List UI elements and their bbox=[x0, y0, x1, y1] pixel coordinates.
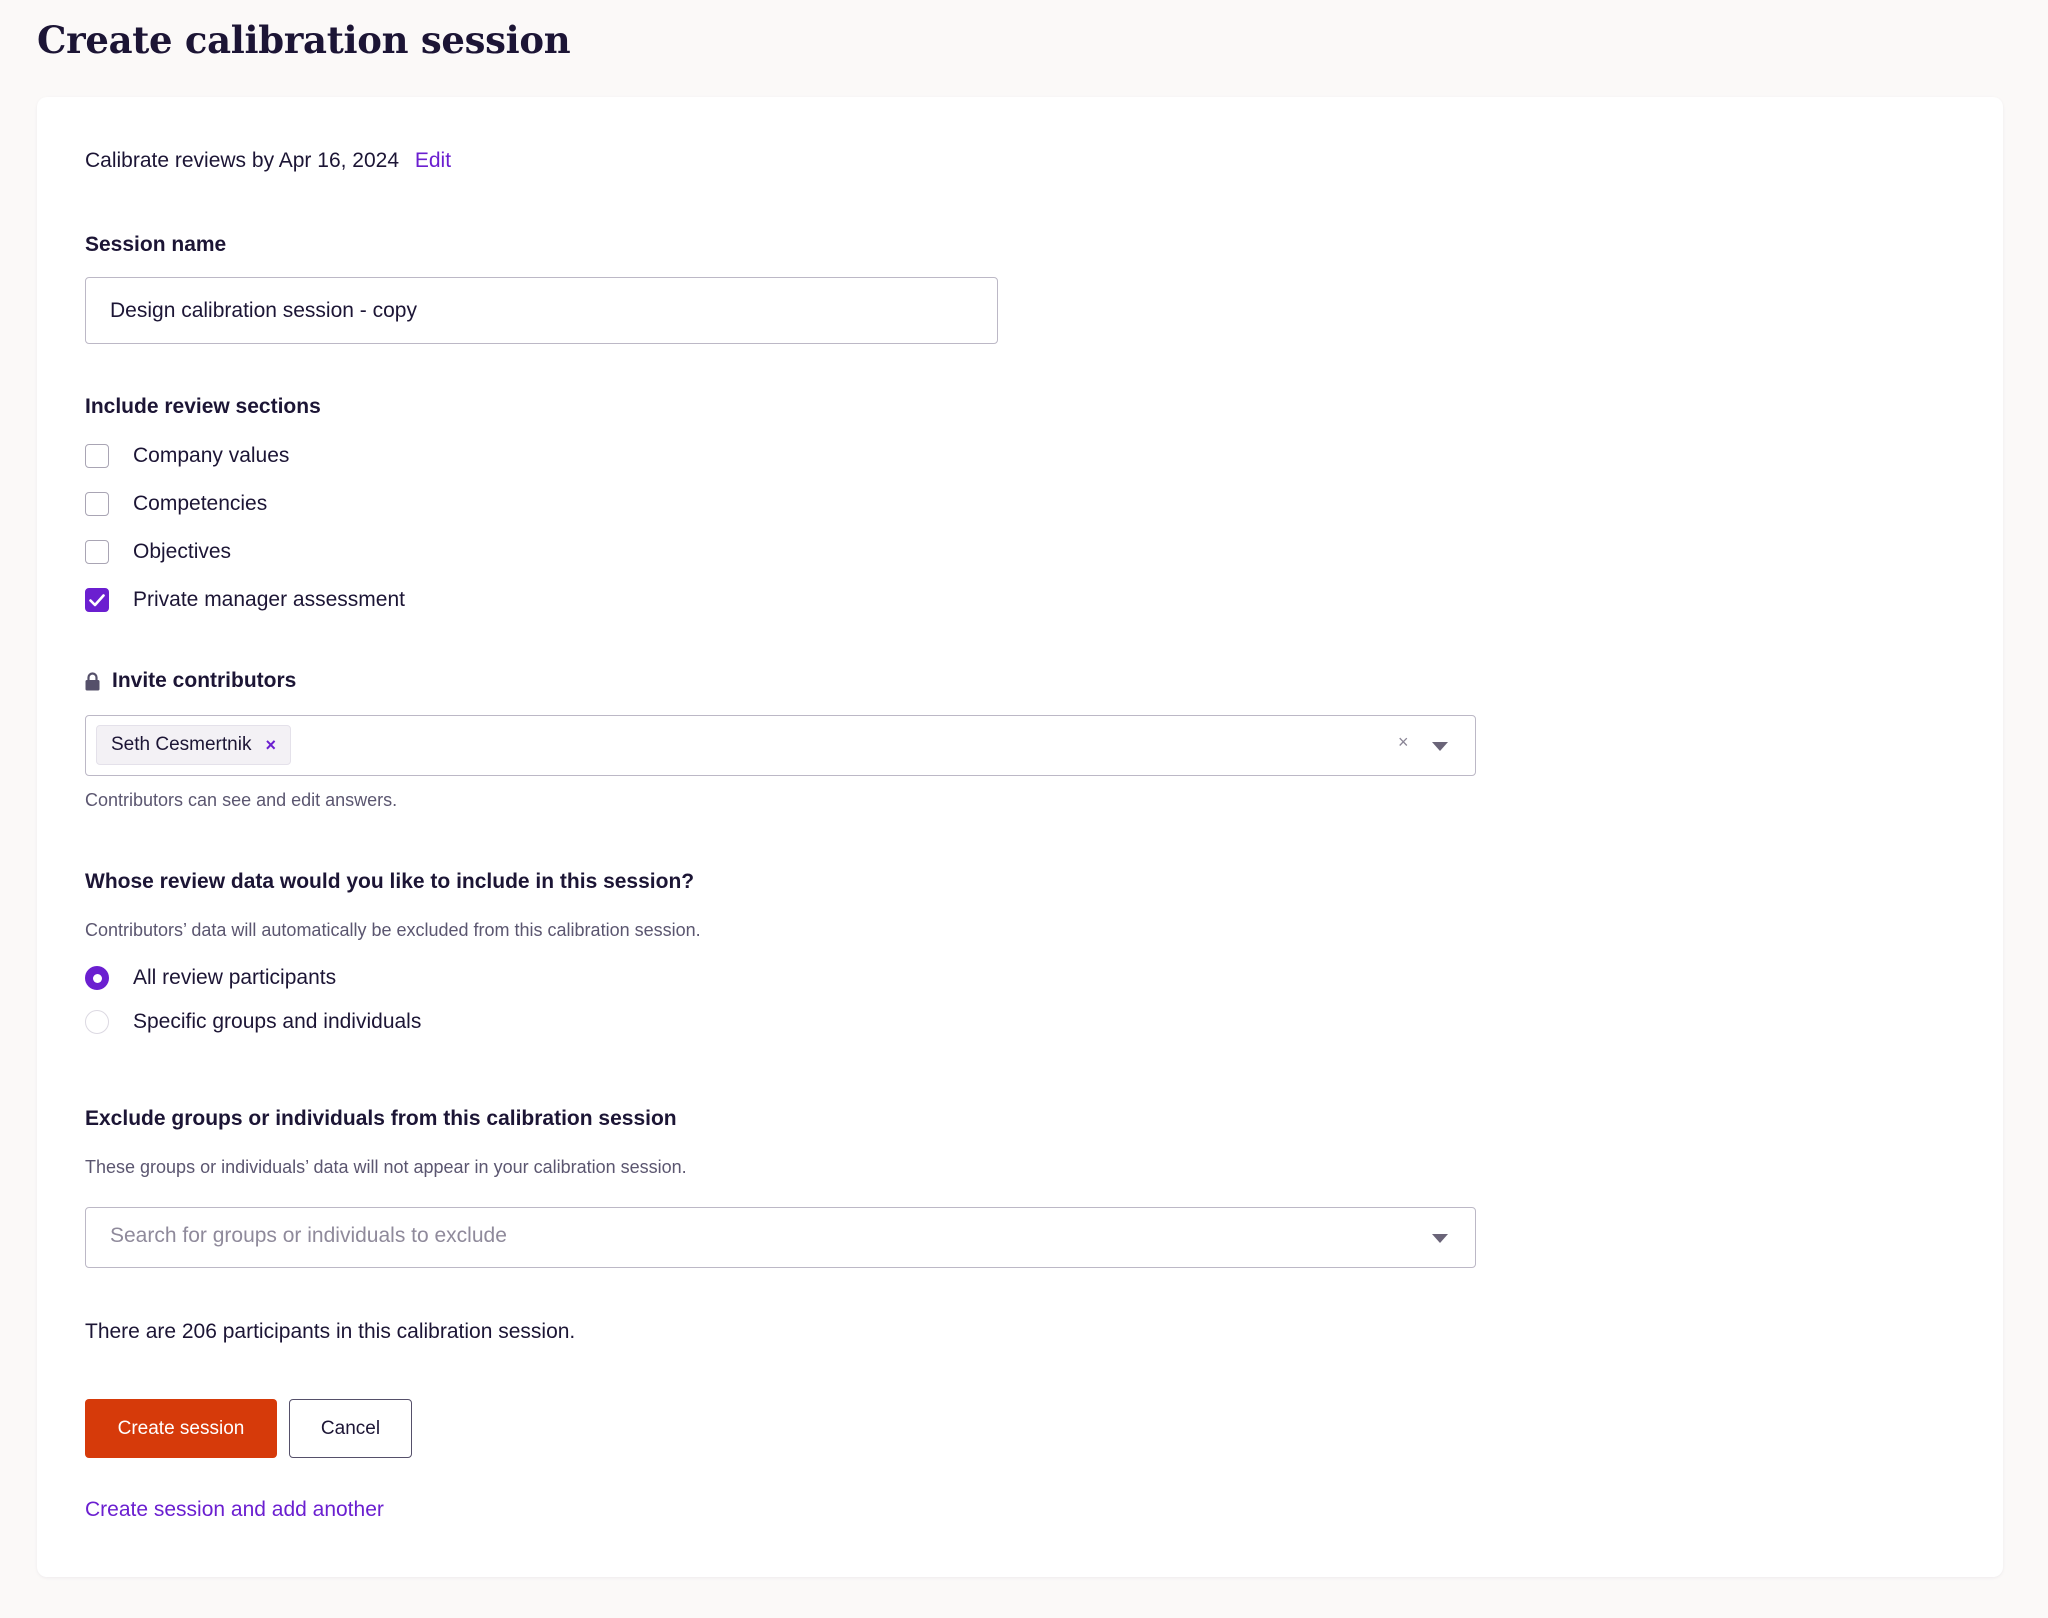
radio-label: All review participants bbox=[133, 966, 337, 989]
radio-all-review-participants[interactable]: All review participants bbox=[85, 963, 336, 993]
checkbox-label: Competencies bbox=[133, 492, 268, 515]
checkmark-icon bbox=[89, 593, 105, 606]
radio-label: Specific groups and individuals bbox=[133, 1010, 422, 1033]
checkbox-box[interactable] bbox=[85, 444, 109, 468]
review-data-help-text: Contributors’ data will automatically be… bbox=[85, 920, 701, 940]
invite-contributors-label: Invite contributors bbox=[112, 669, 297, 692]
remove-chip-icon[interactable]: × bbox=[265, 735, 276, 756]
lock-icon bbox=[85, 671, 100, 690]
session-name-input[interactable] bbox=[85, 277, 998, 344]
review-sections-label: Include review sections bbox=[85, 395, 321, 418]
session-name-label: Session name bbox=[85, 233, 227, 256]
chevron-down-icon[interactable] bbox=[1432, 742, 1448, 751]
invite-contributors-label-row: Invite contributors bbox=[85, 669, 296, 693]
edit-deadline-link[interactable]: Edit bbox=[415, 149, 451, 172]
exclude-help-text: These groups or individuals’ data will n… bbox=[85, 1157, 687, 1177]
checkbox-competencies[interactable]: Competencies bbox=[85, 489, 267, 519]
contributor-chip-name: Seth Cesmertnik bbox=[111, 734, 252, 755]
checkbox-objectives[interactable]: Objectives bbox=[85, 537, 231, 567]
clear-selection-icon[interactable]: × bbox=[1398, 732, 1409, 753]
checkbox-box[interactable] bbox=[85, 540, 109, 564]
checkbox-label: Company values bbox=[133, 444, 290, 467]
exclude-search-placeholder: Search for groups or individuals to excl… bbox=[110, 1224, 507, 1247]
checkbox-label: Objectives bbox=[133, 540, 232, 563]
contributors-select[interactable]: Seth Cesmertnik × × bbox=[85, 715, 1476, 776]
deadline-text: Calibrate reviews by Apr 16, 2024 bbox=[85, 149, 400, 172]
exclude-search-select[interactable]: Search for groups or individuals to excl… bbox=[85, 1207, 1476, 1268]
page-title: Create calibration session bbox=[37, 18, 571, 62]
chevron-down-icon[interactable] bbox=[1432, 1234, 1448, 1243]
review-data-question: Whose review data would you like to incl… bbox=[85, 870, 695, 893]
form-card: Calibrate reviews by Apr 16, 2024 Edit S… bbox=[37, 97, 2003, 1577]
create-and-add-another-link[interactable]: Create session and add another bbox=[85, 1498, 384, 1522]
radio-button[interactable] bbox=[85, 1010, 109, 1034]
cancel-button[interactable]: Cancel bbox=[289, 1399, 412, 1458]
checkbox-company-values[interactable]: Company values bbox=[85, 441, 289, 471]
checkbox-private-manager-assessment[interactable]: Private manager assessment bbox=[85, 585, 405, 615]
exclude-label: Exclude groups or individuals from this … bbox=[85, 1107, 677, 1130]
contributor-chip: Seth Cesmertnik × bbox=[96, 725, 291, 765]
participants-count-text: There are 206 participants in this calib… bbox=[85, 1320, 576, 1343]
radio-specific-groups[interactable]: Specific groups and individuals bbox=[85, 1007, 421, 1037]
checkbox-box-checked[interactable] bbox=[85, 588, 109, 612]
radio-button-selected[interactable] bbox=[85, 966, 109, 990]
deadline-row: Calibrate reviews by Apr 16, 2024 Edit bbox=[85, 149, 451, 173]
create-session-button[interactable]: Create session bbox=[85, 1399, 277, 1458]
checkbox-box[interactable] bbox=[85, 492, 109, 516]
contributors-help-text: Contributors can see and edit answers. bbox=[85, 790, 398, 810]
checkbox-label: Private manager assessment bbox=[133, 588, 405, 611]
